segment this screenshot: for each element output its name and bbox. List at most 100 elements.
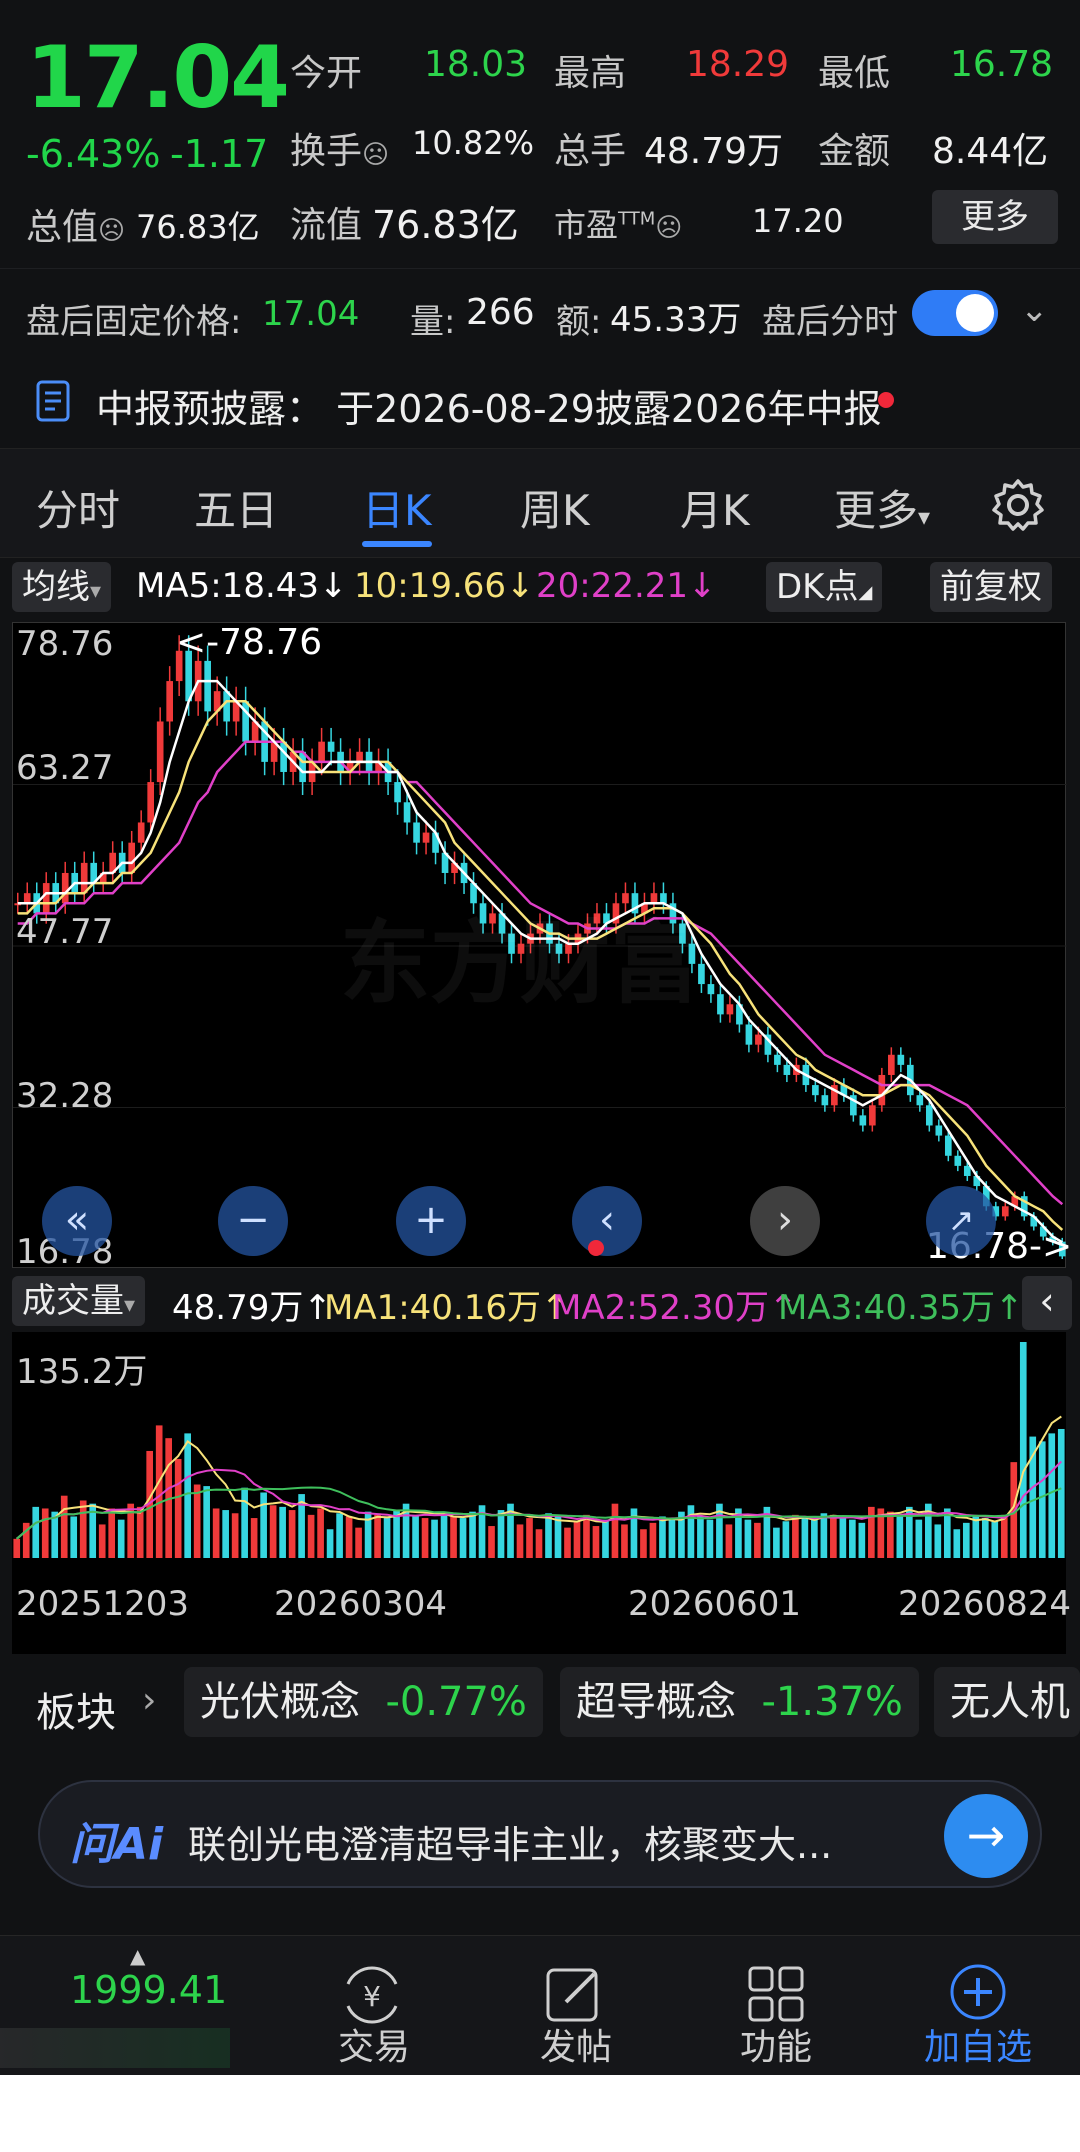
- volume-bar: [887, 1511, 894, 1558]
- volume-bar: [915, 1519, 923, 1558]
- vol-ma3: MA3:40.35万↑: [778, 1288, 1024, 1328]
- chevron-down-icon[interactable]: ⌄: [1020, 290, 1049, 330]
- candle-body: [859, 1115, 867, 1126]
- zoom-in-icon[interactable]: +: [396, 1186, 466, 1256]
- candle-body: [869, 1105, 876, 1126]
- volume-bar: [611, 1503, 619, 1558]
- nav-functions[interactable]: 功能: [706, 2018, 846, 2070]
- more-button[interactable]: 更多: [932, 190, 1058, 244]
- sector-label[interactable]: 板块: [36, 1680, 116, 1738]
- volume-bar: [79, 1500, 87, 1558]
- volume-bar: [868, 1506, 875, 1558]
- info-icon[interactable]: ☹: [655, 213, 682, 243]
- ai-assistant-bar[interactable]: 问Ai 联创光电澄清超导非主业，核聚变大... →: [38, 1780, 1042, 1888]
- candle-body: [1001, 1206, 1009, 1217]
- zoom-out-icon[interactable]: −: [218, 1186, 288, 1256]
- adjust-mode-button[interactable]: 前复权: [930, 562, 1052, 612]
- turnover-value: 10.82%: [412, 124, 535, 162]
- volume-bar: [155, 1425, 163, 1558]
- volume-bar: [345, 1516, 353, 1558]
- sector-chip-pv[interactable]: 光伏概念 -0.77%: [184, 1667, 543, 1737]
- volume-bar: [962, 1522, 970, 1558]
- info-icon[interactable]: ☹: [362, 140, 389, 170]
- price-axis-label: 32.28: [16, 1076, 114, 1116]
- fast-backward-icon[interactable]: «: [42, 1186, 112, 1256]
- candle-body: [897, 1054, 905, 1065]
- volume-bar: [70, 1516, 78, 1558]
- tab-five-day[interactable]: 五日: [194, 477, 278, 538]
- change-amount: -1.17: [170, 132, 269, 176]
- candle-body: [403, 802, 411, 823]
- volume-bar: [526, 1518, 533, 1558]
- volume-bar: [659, 1516, 666, 1558]
- chevron-right-icon[interactable]: ›: [142, 1680, 156, 1721]
- tab-more-label: 更多: [834, 486, 919, 535]
- toggle-knob: [956, 294, 994, 332]
- yuan-trade-icon[interactable]: ¥: [338, 1964, 406, 2026]
- volume-bar: [241, 1487, 248, 1558]
- caret-down-icon: ▾: [90, 579, 102, 604]
- ma-selector-label: 均线: [22, 567, 90, 607]
- volume-bar: [697, 1516, 704, 1558]
- grid-functions-icon[interactable]: [746, 1964, 806, 2024]
- fullscreen-icon[interactable]: ↗: [926, 1186, 996, 1256]
- nav-post[interactable]: 发帖: [506, 2018, 646, 2070]
- divider: [0, 268, 1080, 269]
- sector-name: 超导概念: [576, 1679, 736, 1725]
- volume-bar: [981, 1518, 989, 1558]
- candle-body: [707, 984, 715, 995]
- volume-bar: [706, 1519, 714, 1558]
- index-value[interactable]: 1999.41: [70, 1968, 227, 2012]
- volume-bar: [1000, 1514, 1008, 1558]
- volume-bar: [773, 1527, 780, 1558]
- nav-add-watchlist[interactable]: 加自选: [908, 2018, 1048, 2070]
- tab-monthly-k[interactable]: 月K: [680, 477, 750, 538]
- sector-chip-superconduct[interactable]: 超导概念 -1.37%: [560, 1667, 919, 1737]
- dk-point-button[interactable]: DK点◢: [766, 562, 883, 612]
- volume-bar: [649, 1522, 657, 1558]
- disclosure-notice[interactable]: 中报预披露： 于2026-08-29披露2026年中报: [0, 356, 1080, 446]
- collapse-chevron-icon[interactable]: ‹: [1022, 1276, 1072, 1330]
- turnover-label[interactable]: 换手☹: [290, 122, 389, 174]
- volume-indicator-selector[interactable]: 成交量▾: [12, 1276, 146, 1326]
- info-icon[interactable]: ☹: [98, 216, 125, 246]
- volume-bar: [640, 1529, 647, 1558]
- float-value: 76.83亿: [372, 203, 519, 247]
- tab-weekly-k[interactable]: 周K: [520, 477, 590, 538]
- candle-body: [422, 832, 430, 843]
- ma5-value: MA5:18.43↓: [136, 566, 348, 606]
- candle-body: [878, 1074, 886, 1106]
- volume-max-label: 135.2万: [16, 1352, 148, 1392]
- mktcap-label[interactable]: 总值☹: [26, 198, 125, 250]
- volume-selector-label: 成交量: [22, 1281, 124, 1321]
- vol-ma1: MA1:40.16万↑: [324, 1288, 570, 1328]
- gear-icon[interactable]: [990, 477, 1046, 533]
- candle-body: [783, 1064, 791, 1075]
- volume-bar: [174, 1458, 182, 1558]
- price-axis-label: 47.77: [16, 912, 114, 952]
- add-watchlist-icon[interactable]: [948, 1962, 1008, 2022]
- tab-timeshare[interactable]: 分时: [36, 477, 120, 538]
- tab-daily-k[interactable]: 日K: [362, 477, 432, 538]
- index-ticker-strip: [0, 2028, 230, 2068]
- pe-label[interactable]: 市盈TTM☹: [554, 200, 682, 246]
- candle-body: [147, 782, 155, 823]
- ma-selector[interactable]: 均线▾: [12, 562, 112, 612]
- step-forward-icon[interactable]: ›: [750, 1186, 820, 1256]
- nav-trade[interactable]: 交易: [304, 2018, 444, 2070]
- sector-chip-drone[interactable]: 无人机: [934, 1667, 1080, 1737]
- volume-bar: [326, 1529, 334, 1558]
- edit-post-icon[interactable]: [544, 1964, 604, 2024]
- step-back-icon[interactable]: ‹: [572, 1186, 642, 1256]
- volume-bar: [260, 1492, 267, 1558]
- volume-bar: [184, 1433, 191, 1558]
- candle-body: [299, 751, 306, 783]
- after-hours-amt: 45.33万: [610, 300, 742, 340]
- candle-body: [963, 1165, 971, 1176]
- after-hours-vol-label: 量:: [410, 302, 456, 342]
- arrow-right-icon[interactable]: →: [944, 1794, 1028, 1878]
- mktcap-label-text: 总值: [26, 207, 99, 248]
- after-hours-toggle[interactable]: [912, 290, 998, 336]
- mktcap-value: 76.83亿: [136, 208, 260, 246]
- tab-more[interactable]: 更多▾: [834, 477, 930, 538]
